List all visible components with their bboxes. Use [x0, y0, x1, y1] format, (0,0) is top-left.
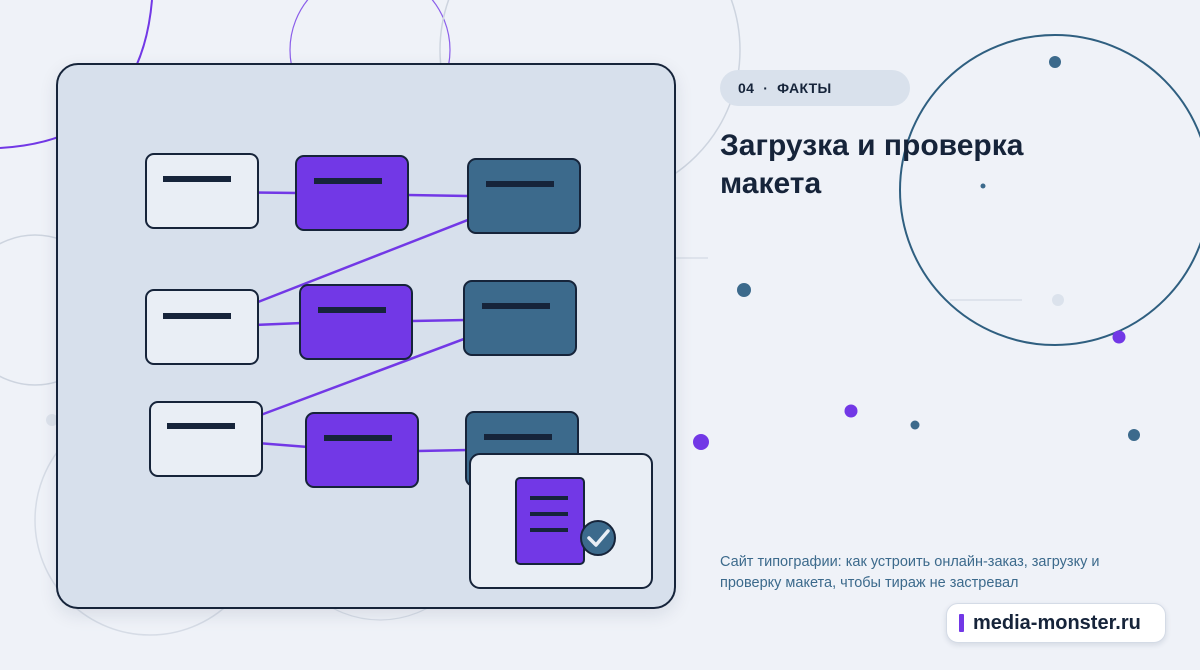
input-card-1	[145, 153, 259, 229]
output-card-1	[467, 158, 581, 234]
section-separator: ·	[763, 80, 769, 96]
brand-accent-bar	[959, 614, 964, 632]
output-card-2	[463, 280, 577, 356]
process-cards	[295, 155, 419, 488]
brand-badge[interactable]: media-monster.ru	[946, 603, 1166, 643]
section-badge: 04 · ФАКТЫ	[720, 70, 910, 106]
section-label: ФАКТЫ	[777, 80, 832, 96]
check-icon	[580, 520, 616, 556]
process-card-2	[299, 284, 413, 360]
input-card-3	[149, 401, 263, 477]
workflow-diagram	[145, 153, 653, 589]
section-number: 04	[738, 80, 755, 96]
process-card-3	[305, 412, 419, 488]
input-card-2	[145, 289, 259, 365]
brand-name: media-monster.ru	[973, 611, 1141, 634]
process-card-1	[295, 155, 409, 231]
illustration-panel	[56, 63, 676, 609]
document-check-icon	[469, 453, 653, 589]
input-cards	[145, 153, 263, 477]
page-title: Загрузка и проверка макета	[720, 129, 1024, 200]
output-cards	[463, 158, 581, 487]
page-description: Сайт типографии: как устроить онлайн-зак…	[720, 554, 1100, 591]
